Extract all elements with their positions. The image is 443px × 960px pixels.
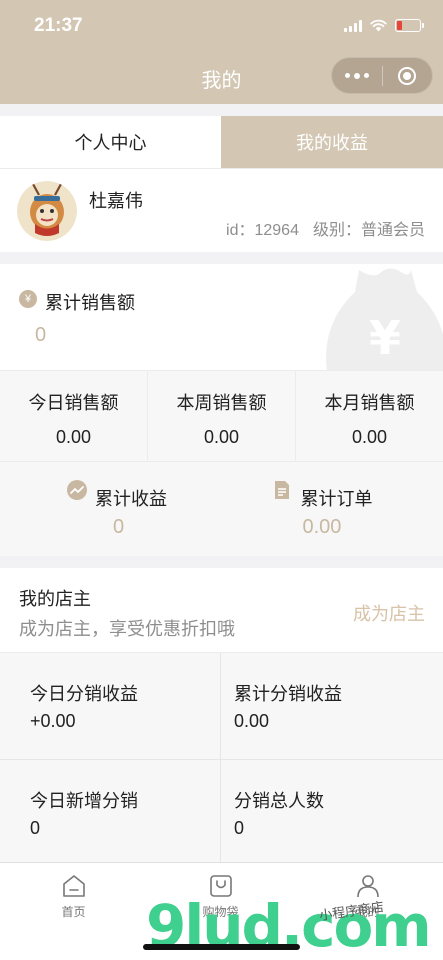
home-icon	[62, 875, 85, 897]
tabbar-label: 购物袋	[202, 905, 239, 919]
period-label: 今日销售额	[28, 393, 119, 413]
money-bag-icon: ¥	[326, 268, 443, 370]
become-owner-button[interactable]: 成为店主	[353, 600, 425, 626]
distribution-row: 今日新增分销 0 分销总人数 0	[0, 760, 443, 867]
total-distributors: 分销总人数 0	[221, 760, 443, 867]
total-earnings-value: 0	[113, 516, 125, 538]
shop-owner-subtitle: 成为店主，享受优惠折扣哦	[19, 619, 235, 639]
tab-bar-top: 个人中心 我的收益	[0, 116, 443, 168]
period-month: 本月销售额 0.00	[296, 371, 443, 461]
stat-value: 0	[234, 818, 245, 838]
total-orders-value: 0.00	[302, 516, 342, 538]
user-level: 级别：普通会员	[312, 222, 425, 239]
stat-label: 分销总人数	[234, 791, 324, 811]
capsule-menu	[331, 57, 433, 94]
tabbar-home[interactable]: 首页	[0, 863, 147, 960]
period-sales: 今日销售额 0.00 本周销售额 0.00 本月销售额 0.00	[0, 370, 443, 462]
total-distribution-earnings: 累计分销收益 0.00	[221, 653, 443, 759]
document-icon	[274, 481, 289, 499]
totals: 累计收益 0 累计订单 0.00	[0, 462, 443, 556]
close-miniprogram-icon[interactable]	[382, 66, 432, 85]
tab-my-earnings[interactable]: 我的收益	[221, 116, 443, 168]
stat-label: 累计分销收益	[234, 684, 342, 704]
tabbar-label: 我的	[355, 905, 380, 919]
distribution-row: 今日分销收益 +0.00 累计分销收益 0.00	[0, 653, 443, 760]
today-distribution-earnings: 今日分销收益 +0.00	[0, 653, 221, 759]
header: 21:37 我的	[0, 0, 443, 104]
period-value: 0.00	[55, 427, 92, 447]
period-label: 本月销售额	[324, 393, 415, 413]
cumulative-sales-value: 0	[35, 324, 47, 346]
svg-text:¥: ¥	[369, 311, 401, 365]
home-indicator	[143, 944, 300, 950]
avatar[interactable]	[17, 181, 77, 241]
user-icon	[356, 875, 379, 898]
status-time: 21:37	[34, 15, 83, 36]
total-orders-label: 累计订单	[300, 489, 373, 509]
stat-label: 今日分销收益	[30, 684, 138, 704]
user-id: id：12964	[226, 222, 299, 239]
tab-personal-center[interactable]: 个人中心	[0, 116, 221, 168]
total-earnings[interactable]: 累计收益 0	[0, 462, 222, 556]
wifi-icon	[370, 19, 387, 32]
shop-owner-card: 我的店主 成为店主，享受优惠折扣哦 成为店主	[0, 568, 443, 652]
status-icons	[344, 19, 424, 32]
signal-icon	[344, 19, 362, 32]
total-orders[interactable]: 累计订单 0.00	[222, 462, 443, 556]
total-earnings-label: 累计收益	[95, 489, 167, 509]
user-meta: id：12964 级别：普通会员	[226, 216, 425, 240]
more-icon[interactable]	[332, 72, 382, 79]
shop-owner-title: 我的店主	[19, 589, 91, 609]
battery-icon	[395, 19, 424, 32]
cumulative-sales-label: 累计销售额	[45, 293, 135, 313]
yen-icon: ¥	[19, 290, 37, 308]
tabbar-me[interactable]: 我的	[294, 863, 441, 960]
today-new-distributors: 今日新增分销 0	[0, 760, 221, 867]
period-today: 今日销售额 0.00	[0, 371, 148, 461]
bag-icon	[209, 875, 232, 897]
period-label: 本周销售额	[176, 393, 267, 413]
stat-value: 0	[30, 818, 41, 838]
stat-value: 0.00	[234, 711, 270, 731]
distribution-stats: 今日分销收益 +0.00 累计分销收益 0.00 今日新增分销 0 分销总人数 …	[0, 652, 443, 867]
profile-card: 杜嘉伟 id：12964 级别：普通会员	[0, 168, 443, 252]
period-value: 0.00	[203, 427, 240, 447]
trend-icon	[67, 480, 87, 500]
stat-value: +0.00	[30, 711, 76, 731]
tabbar-label: 首页	[61, 905, 86, 919]
period-week: 本周销售额 0.00	[148, 371, 296, 461]
user-name: 杜嘉伟	[89, 191, 143, 211]
stat-label: 今日新增分销	[30, 791, 138, 811]
period-value: 0.00	[351, 427, 388, 447]
sales-card: ¥ ¥ 累计销售额 0	[0, 264, 443, 370]
